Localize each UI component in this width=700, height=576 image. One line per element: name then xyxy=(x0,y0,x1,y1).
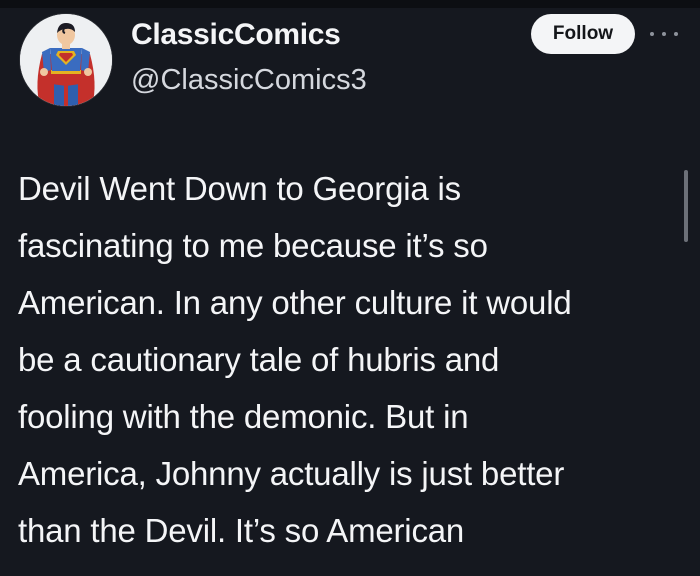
author-handle[interactable]: @ClassicComics3 xyxy=(131,64,367,97)
scrollbar[interactable] xyxy=(684,170,688,242)
follow-button[interactable]: Follow xyxy=(531,14,635,54)
more-dot xyxy=(662,32,666,36)
post-text: Devil Went Down to Georgia is fascinatin… xyxy=(18,160,686,559)
post-text-line: fooling with the demonic. But in xyxy=(18,398,469,435)
post-text-line: fascinating to me because it’s so xyxy=(18,227,488,264)
post-text-line: than the Devil. It’s so American xyxy=(18,512,465,549)
more-dot xyxy=(674,32,678,36)
more-options-icon[interactable] xyxy=(650,22,678,46)
more-dot xyxy=(650,32,654,36)
author-avatar[interactable] xyxy=(20,14,112,106)
top-edge-bar xyxy=(0,0,700,8)
post-text-line: America, Johnny actually is just better xyxy=(18,455,565,492)
superman-avatar-icon xyxy=(20,14,112,106)
post-text-line: be a cautionary tale of hubris and xyxy=(18,341,500,378)
post-text-line: Devil Went Down to Georgia is xyxy=(18,170,461,207)
post-text-line: American. In any other culture it would xyxy=(18,284,572,321)
author-name[interactable]: ClassicComics xyxy=(131,18,341,52)
